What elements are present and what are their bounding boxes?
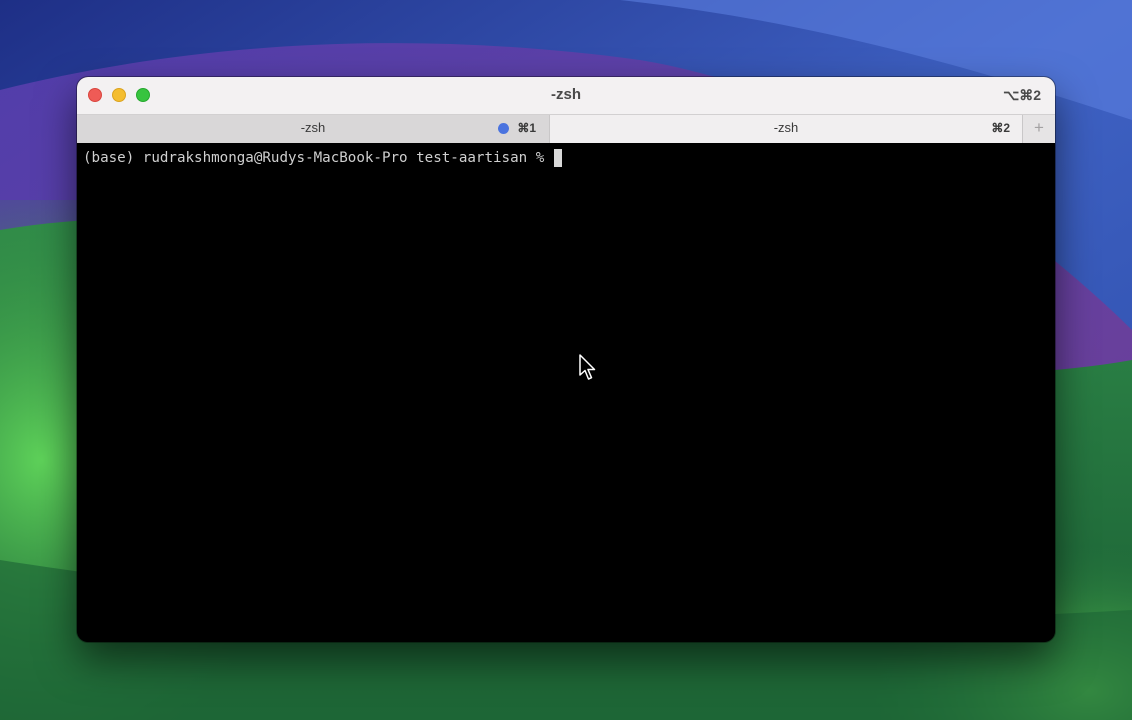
activity-dot-icon [498,123,509,134]
tab-2-title: -zsh [773,120,799,135]
prompt-text: (base) rudrakshmonga@Rudys-MacBook-Pro t… [83,150,553,166]
terminal-window: -zsh ⌥⌘2 -zsh ⌘1 -zsh ⌘2 + (base) rudrak… [77,77,1055,642]
text-cursor [553,149,562,167]
tab-1-title: -zsh [300,120,326,135]
window-shortcut: ⌥⌘2 [1003,87,1041,103]
window-title: -zsh [551,86,581,103]
prompt-line: (base) rudrakshmonga@Rudys-MacBook-Pro t… [83,149,562,167]
mouse-pointer-icon [579,354,596,380]
title-bar[interactable]: -zsh ⌥⌘2 [77,77,1055,114]
tab-2[interactable]: -zsh ⌘2 [550,115,1023,143]
tab-bar: -zsh ⌘1 -zsh ⌘2 + [77,114,1055,143]
new-tab-button[interactable]: + [1023,115,1055,143]
tab-1-shortcut: ⌘1 [517,121,536,135]
tab-1[interactable]: -zsh ⌘1 [77,115,550,143]
terminal-content[interactable]: (base) rudrakshmonga@Rudys-MacBook-Pro t… [77,143,1055,642]
tab-2-shortcut: ⌘2 [991,121,1010,135]
desktop: -zsh ⌥⌘2 -zsh ⌘1 -zsh ⌘2 + (base) rudrak… [0,0,1132,720]
